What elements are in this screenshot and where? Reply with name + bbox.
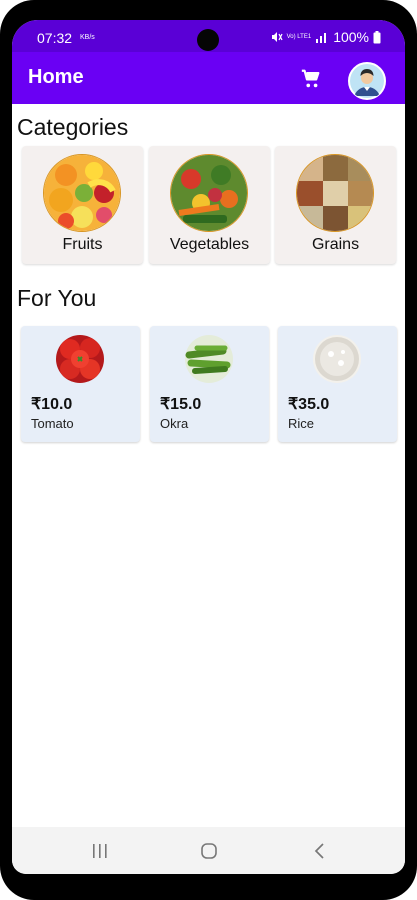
product-price: ₹10.0: [31, 396, 73, 413]
product-name: Rice: [288, 416, 315, 431]
battery-icon: [373, 30, 381, 43]
tomato-image-art: [56, 335, 104, 383]
cart-icon[interactable]: [300, 68, 322, 90]
fruits-image: [43, 154, 121, 232]
grains-image: [296, 154, 374, 232]
product-price: ₹15.0: [160, 396, 202, 413]
okra-image-art: [185, 335, 233, 383]
categories-title: Categories: [17, 114, 129, 140]
signal-icon: [316, 33, 327, 43]
grains-image-art: [297, 155, 373, 231]
product-card-okra[interactable]: ₹15.0 Okra: [150, 326, 269, 442]
category-label: Vegetables: [169, 236, 250, 253]
status-icons: Vo) LTE1 100%: [271, 29, 381, 45]
avatar[interactable]: [348, 62, 386, 100]
rice-image-art: [313, 335, 361, 383]
okra-image: [185, 335, 233, 383]
category-label: Fruits: [62, 236, 103, 253]
category-card-grains[interactable]: Grains: [275, 146, 396, 264]
status-time: 07:32: [37, 30, 73, 46]
vegetables-image: [170, 154, 248, 232]
product-price: ₹35.0: [288, 396, 330, 413]
network-speed: KB/s: [80, 34, 95, 41]
for-you-title: For You: [17, 285, 97, 311]
home-icon[interactable]: [197, 841, 221, 861]
recent-apps-icon[interactable]: [88, 841, 112, 861]
page-title: Home: [28, 66, 84, 88]
camera-cutout: [197, 29, 219, 51]
category-card-fruits[interactable]: Fruits: [22, 146, 143, 264]
network-type: Vo) LTE1: [286, 34, 312, 40]
mute-icon: [271, 32, 283, 42]
system-nav-bar: [12, 827, 405, 874]
category-label: Grains: [311, 236, 360, 253]
product-card-tomato[interactable]: ₹10.0 Tomato: [21, 326, 140, 442]
vegetables-image-art: [171, 155, 247, 231]
rice-image: [313, 335, 361, 383]
app-bar: Home: [12, 52, 405, 104]
user-avatar-icon: [350, 64, 384, 98]
product-name: Okra: [160, 416, 189, 431]
fruits-image-art: [44, 155, 120, 231]
status-bar: 07:32 KB/s Vo) LTE1 100%: [12, 20, 405, 52]
back-icon[interactable]: [309, 841, 333, 861]
product-name: Tomato: [31, 416, 74, 431]
screen: 07:32 KB/s Vo) LTE1 100% Home Categories…: [12, 20, 405, 874]
category-card-vegetables[interactable]: Vegetables: [149, 146, 270, 264]
phone-frame: 07:32 KB/s Vo) LTE1 100% Home Categories…: [0, 0, 417, 900]
tomato-image: [56, 335, 104, 383]
product-card-rice[interactable]: ₹35.0 Rice: [278, 326, 397, 442]
battery-percent: 100%: [333, 29, 369, 45]
